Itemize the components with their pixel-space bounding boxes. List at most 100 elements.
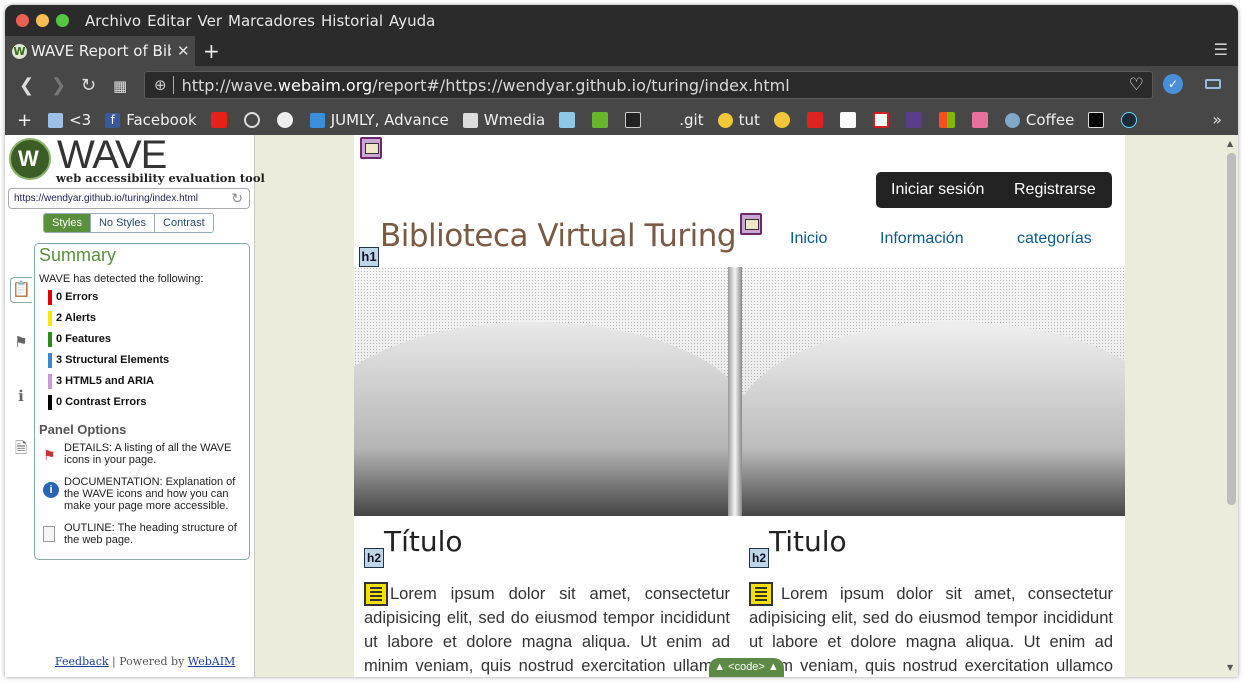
aria-landmark-icon[interactable] [360,137,382,159]
url-separator [172,76,174,94]
url-text: http://wave.webaim.org/report#/https://w… [181,75,790,95]
close-icon[interactable]: ✕ [177,42,190,60]
android-icon[interactable] [592,112,609,128]
drop-icon[interactable] [839,112,856,128]
scrollbar-thumb[interactable] [1227,153,1236,505]
outline-icon[interactable] [43,526,55,542]
bookmark-tut[interactable]: tut [717,111,760,129]
documentation-option[interactable]: DOCUMENTATION: Explanation of the WAVE i… [64,476,244,512]
login-button[interactable]: Iniciar sesión [891,181,984,199]
scroll-down-icon[interactable]: ▼ [1227,663,1233,672]
details-flag-icon[interactable]: ⚑ [10,331,32,357]
python-icon[interactable] [773,112,790,128]
features-color-bar [48,331,52,347]
chromatic-icon[interactable] [243,112,260,128]
window-controls [16,14,69,27]
outline-option[interactable]: OUTLINE: The heading structure of the we… [64,522,244,546]
bookmark-git[interactable]: .git [658,111,703,129]
panel-options-heading: Panel Options [39,422,127,437]
book-spine [728,267,742,516]
menu-ver[interactable]: Ver [198,12,223,30]
microsoft-icon[interactable] [938,112,955,128]
medium-icon[interactable] [1088,112,1105,128]
url-bar[interactable]: ⊕ http://wave.webaim.org/report#/https:/… [144,71,1153,99]
menu-archivo[interactable]: Archivo [85,12,141,30]
nav-inicio[interactable]: Inicio [790,230,827,248]
h2-icon[interactable]: h2 [749,548,769,568]
wave-url-input[interactable]: https://wendyar.github.io/turing/index.h… [8,188,250,209]
aria-count: 3 HTML5 and ARIA [48,373,154,389]
navigation-bar: ❮ ❯ ↻ ▦ ⊕ http://wave.webaim.org/report#… [5,66,1238,105]
new-tab-button[interactable]: + [203,39,220,63]
battery-icon[interactable] [1205,79,1221,89]
refresh-icon[interactable]: ↻ [231,190,243,207]
bookmark-jumly[interactable]: JUMLY, Advance [309,111,449,129]
h1-icon[interactable]: h1 [359,247,379,267]
styles-button[interactable]: Styles [44,214,91,232]
summary-clipboard-icon[interactable]: 📋 [10,277,32,303]
stack-icon[interactable] [806,112,823,128]
webaim-link[interactable]: WebAIM [188,655,236,668]
bookmark-facebook[interactable]: f Facebook [105,111,197,129]
bookmark-coffee[interactable]: Coffee [1004,111,1074,129]
extension-icon[interactable]: ✓ [1163,74,1183,94]
summary-panel: Summary WAVE has detected the following:… [34,243,250,560]
evaluated-page: Iniciar sesión Registrarse h1 Biblioteca… [354,135,1125,677]
tab-wave-report[interactable]: W WAVE Report of Bibl ✕ [5,36,195,66]
bookmark-folder[interactable]: <3 [48,111,91,129]
bookmark-wmedia[interactable]: Wmedia [462,111,545,129]
jumly-icon [309,112,325,128]
grid-icon[interactable]: ▦ [113,77,127,95]
page-scrollbar[interactable]: ▲ ▼ [1224,135,1238,677]
youtube-icon[interactable] [210,112,227,128]
globe-icon: ⊕ [154,76,167,94]
contrast-button[interactable]: Contrast [155,214,213,232]
minimize-window-button[interactable] [36,14,49,27]
scroll-up-icon[interactable]: ▲ [1227,139,1233,148]
reload-icon[interactable]: ↻ [81,75,96,96]
column-heading: Titulo [769,525,847,558]
nav-landmark-icon[interactable] [740,213,762,235]
detected-text: WAVE has detected the following: [39,273,204,285]
site-title: Biblioteca Virtual Turing [380,218,737,254]
column-text: Lorem ipsum dolor sit amet, consectetur … [364,585,730,675]
calendar-icon[interactable] [559,112,576,128]
h2-icon[interactable]: h2 [364,548,384,568]
auth-bar: Iniciar sesión Registrarse [876,172,1112,208]
folder-icon [48,112,64,128]
alerts-count: 2 Alerts [48,310,96,326]
register-button[interactable]: Registrarse [1014,181,1096,199]
blackboard-icon[interactable] [625,112,642,128]
column-text: Lorem ipsum dolor sit amet, consectetur … [749,585,1113,675]
code-toggle-button[interactable]: ▲ <code> ▲ [709,658,784,677]
react-icon[interactable] [1121,112,1138,128]
coffee-icon [1004,112,1020,128]
menu-ayuda[interactable]: Ayuda [389,12,435,30]
maximize-window-button[interactable] [56,14,69,27]
outline-document-icon[interactable]: 🗎 [10,437,32,463]
back-icon[interactable]: ❮ [19,75,34,96]
details-option[interactable]: DETAILS: A listing of all the WAVE icons… [64,442,244,466]
mail-icon[interactable] [872,112,889,128]
pink-app-icon[interactable] [971,112,988,128]
menu-editar[interactable]: Editar [147,12,191,30]
forward-icon[interactable]: ❯ [51,75,66,96]
tab-list-icon[interactable]: ☰ [1214,40,1228,59]
flag-icon[interactable]: ⚑ [43,447,59,463]
github-icon[interactable] [276,112,293,128]
bookmark-heart-icon[interactable]: ♡ [1129,75,1144,95]
info-icon[interactable]: i [43,482,59,498]
documentation-info-icon[interactable]: ℹ [10,385,32,411]
tab-bar: W WAVE Report of Bibl ✕ + ☰ [5,36,1238,66]
menu-marcadores[interactable]: Marcadores [228,12,315,30]
wave-icon: W [12,43,27,59]
no-styles-button[interactable]: No Styles [90,214,156,232]
add-bookmark-button[interactable]: + [17,110,32,131]
close-window-button[interactable] [16,14,29,27]
nav-informacion[interactable]: Información [880,230,964,248]
nav-categorias[interactable]: categorías [1017,230,1092,248]
more-bookmarks-icon[interactable]: » [1212,110,1222,129]
feedback-link[interactable]: Feedback [55,655,109,668]
visual-studio-icon[interactable] [905,112,922,128]
menu-historial[interactable]: Historial [321,12,383,30]
